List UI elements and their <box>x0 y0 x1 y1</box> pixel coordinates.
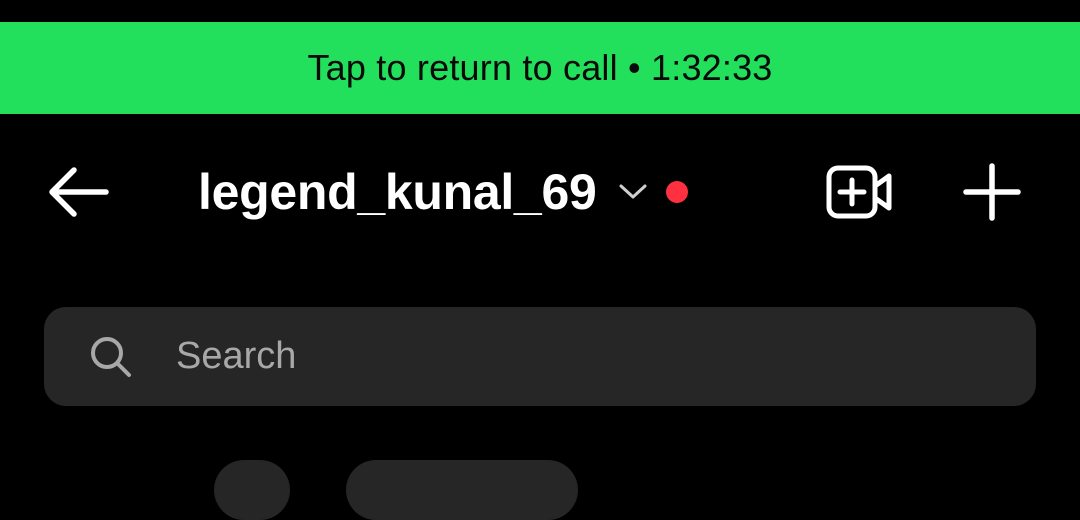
search-input[interactable]: Search <box>44 307 1036 406</box>
filter-chip[interactable] <box>346 460 578 520</box>
inbox-header: legend_kunal_69 <box>0 114 1080 270</box>
filter-chip[interactable] <box>214 460 290 520</box>
username: legend_kunal_69 <box>198 164 597 220</box>
call-banner-text: Tap to return to call • 1:32:33 <box>307 47 773 88</box>
search-icon <box>88 334 134 380</box>
return-to-call-banner[interactable]: Tap to return to call • 1:32:33 <box>0 22 1080 114</box>
back-button[interactable] <box>38 154 118 230</box>
new-message-button[interactable] <box>952 154 1032 230</box>
search-placeholder: Search <box>176 335 297 377</box>
plus-icon <box>963 163 1021 221</box>
video-add-icon <box>826 165 892 219</box>
live-indicator-dot <box>666 181 689 203</box>
account-switcher[interactable]: legend_kunal_69 <box>198 154 689 230</box>
chevron-down-icon <box>618 183 648 201</box>
status-bar <box>0 0 1080 22</box>
video-call-button[interactable] <box>820 154 900 230</box>
back-arrow-icon <box>49 167 109 217</box>
